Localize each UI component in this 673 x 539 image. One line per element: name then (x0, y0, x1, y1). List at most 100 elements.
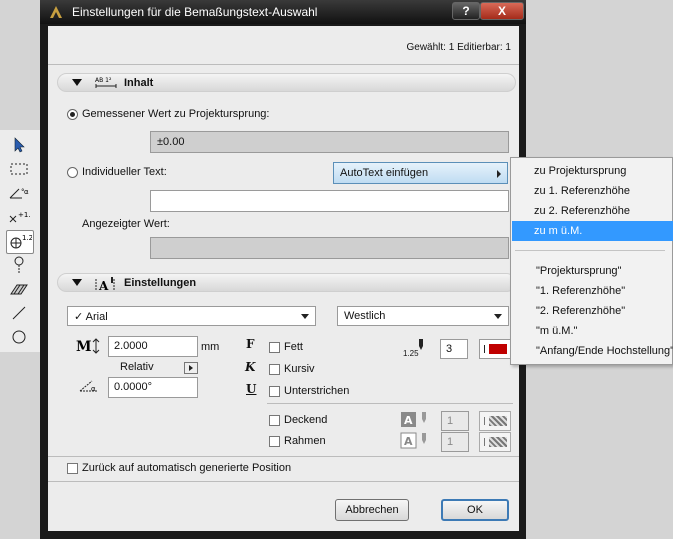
svg-text:α: α (24, 188, 29, 196)
relative-label: Relativ (120, 361, 154, 373)
text-settings-icon: A (95, 277, 115, 293)
menu-item[interactable]: "2. Referenzhöhe" (512, 301, 673, 321)
chevron-down-icon (301, 314, 309, 319)
bold-checkbox[interactable] (269, 342, 280, 353)
settings-dialog: Einstellungen für die Bemaßungstext-Ausw… (40, 0, 526, 539)
font-select[interactable]: ✓ Arial (67, 306, 316, 326)
level-dimension-icon[interactable]: +1.2 (6, 206, 32, 228)
selection-info: Gewählt: 1 Editierbar: 1 (406, 42, 512, 53)
section-einstellungen[interactable]: A Einstellungen (57, 273, 516, 293)
menu-item-highlighted[interactable]: zu m ü.M. (512, 221, 673, 241)
underline-label: Unterstrichen (284, 385, 350, 397)
radio-custom-text[interactable] (67, 167, 78, 178)
frame-color-picker (479, 432, 511, 452)
custom-text-input[interactable] (150, 190, 509, 212)
displayed-value-label: Angezeigter Wert: (82, 218, 170, 230)
dialog-body: Gewählt: 1 Editierbar: 1 AB 1² Inhalt Ge… (48, 26, 519, 531)
text-angle-icon: α (79, 380, 98, 393)
encoding-select-value: Westlich (344, 310, 386, 322)
size-unit-label: mm (201, 341, 220, 353)
opaque-fill-pen-icon: A (401, 412, 426, 427)
svg-text:α: α (91, 385, 96, 393)
section-einstellungen-title: Einstellungen (124, 277, 197, 289)
reset-position-label: Zurück auf automatisch generierte Positi… (82, 462, 292, 474)
bold-label: Fett (284, 341, 303, 353)
submenu-arrow-icon (497, 170, 501, 178)
menu-item[interactable]: "Projektursprung" (512, 261, 673, 281)
svg-text:AB 1²: AB 1² (95, 77, 112, 84)
italic-checkbox[interactable] (269, 364, 280, 375)
reset-position-checkbox[interactable] (67, 463, 78, 474)
section-inhalt-title: Inhalt (124, 77, 154, 89)
frame-pen-input: 1 (441, 432, 469, 452)
svg-text:A: A (98, 279, 109, 293)
ok-button[interactable]: OK (441, 499, 509, 521)
autotext-label: AutoText einfügen (340, 167, 429, 179)
menu-item[interactable]: "m ü.M." (512, 321, 673, 341)
underline-icon: U (246, 382, 257, 396)
elevation-dimension-icon[interactable]: 1.2 (6, 230, 34, 254)
radio-measured-value[interactable] (67, 109, 78, 120)
collapse-triangle-icon[interactable] (72, 79, 82, 86)
dimension-content-icon: AB 1² (95, 77, 117, 88)
window-title: Einstellungen für die Bemaßungstext-Ausw… (72, 5, 318, 19)
radio-custom-label: Individueller Text: (82, 166, 167, 178)
svg-text:1.2: 1.2 (22, 234, 32, 242)
label-tool-icon[interactable] (6, 254, 32, 276)
close-button[interactable]: X (480, 2, 524, 20)
encoding-select[interactable]: Westlich (337, 306, 509, 326)
opaque-color-picker (479, 411, 511, 431)
relative-toggle-button[interactable] (184, 362, 198, 374)
text-angle-input[interactable]: 0.0000° (108, 377, 198, 398)
opaque-pen-input: 1 (441, 411, 469, 431)
opaque-checkbox[interactable] (269, 415, 280, 426)
frame-pen-icon: A (400, 432, 426, 449)
opaque-label: Deckend (284, 414, 328, 426)
chevron-down-icon (494, 314, 502, 319)
frame-label: Rahmen (284, 435, 326, 447)
svg-text:A: A (404, 414, 413, 427)
title-bar: Einstellungen für die Bemaßungstext-Ausw… (40, 0, 526, 24)
fill-tool-icon[interactable] (6, 278, 32, 300)
svg-text:+1.2: +1.2 (18, 211, 31, 219)
collapse-triangle-icon[interactable] (72, 279, 82, 286)
menu-separator (515, 250, 665, 251)
divider (267, 403, 513, 404)
underline-checkbox[interactable] (269, 386, 280, 397)
pen-weight-label: 1.25 (403, 349, 419, 358)
frame-checkbox[interactable] (269, 436, 280, 447)
bold-icon: F (246, 337, 255, 351)
text-size-icon: M (76, 338, 100, 355)
italic-icon: K (245, 360, 256, 374)
cancel-button[interactable]: Abbrechen (335, 499, 409, 521)
autotext-menu: zu Projektursprung zu 1. Referenzhöhe zu… (510, 157, 673, 365)
displayed-value-field (150, 237, 509, 259)
divider (48, 64, 519, 65)
toolbox: °α +1.2 1.2 (0, 130, 41, 352)
divider (48, 456, 519, 457)
text-size-input[interactable]: 2.0000 (108, 336, 198, 357)
menu-item[interactable]: zu 1. Referenzhöhe (512, 181, 673, 201)
section-inhalt[interactable]: AB 1² Inhalt (57, 73, 516, 92)
archicad-logo-icon (50, 6, 62, 18)
font-select-value: ✓ Arial (74, 311, 108, 323)
autotext-insert-button[interactable]: AutoText einfügen (333, 162, 508, 184)
arrow-tool-icon[interactable] (6, 134, 32, 156)
svg-text:A: A (404, 435, 413, 448)
marquee-tool-icon[interactable] (6, 158, 32, 180)
pen-color-picker[interactable] (479, 339, 511, 359)
menu-item[interactable]: "1. Referenzhöhe" (512, 281, 673, 301)
svg-text:M: M (76, 339, 92, 355)
circle-tool-icon[interactable] (6, 326, 32, 348)
pen-number-input[interactable]: 3 (440, 339, 468, 359)
menu-item[interactable]: "Anfang/Ende Hochstellung" (512, 341, 673, 361)
help-button[interactable]: ? (452, 2, 480, 20)
divider (48, 481, 519, 482)
menu-item[interactable]: zu 2. Referenzhöhe (512, 201, 673, 221)
angle-dimension-icon[interactable]: ° α (6, 182, 32, 204)
radio-measured-label: Gemessener Wert zu Projektursprung: (82, 108, 270, 120)
measured-value-field: ±0.00 (150, 131, 509, 153)
menu-item[interactable]: zu Projektursprung (512, 161, 673, 181)
line-tool-icon[interactable] (6, 302, 32, 324)
italic-label: Kursiv (284, 363, 315, 375)
